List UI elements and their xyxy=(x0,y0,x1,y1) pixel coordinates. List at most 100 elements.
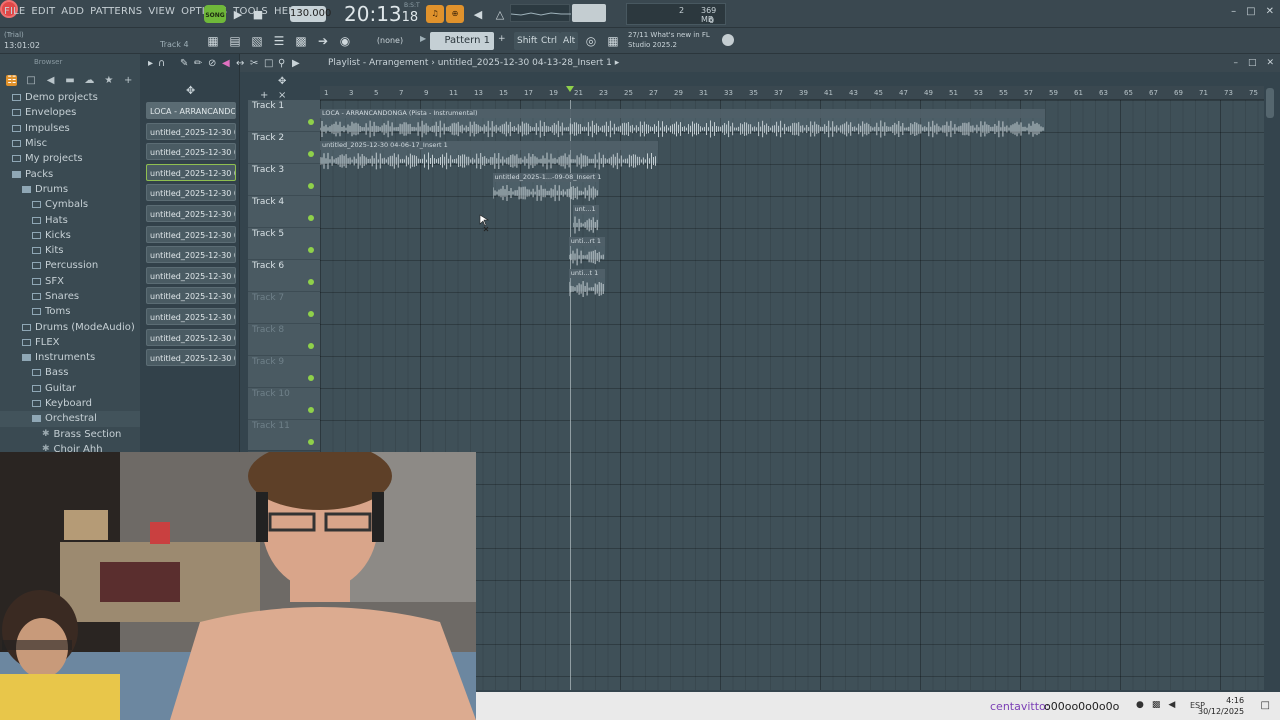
audio-clip[interactable]: untitled_2025-12-30 04-06-17_Insert 1 xyxy=(320,141,658,170)
playlist-move-icon[interactable]: ✥ xyxy=(278,76,286,87)
delete-icon[interactable]: ⊘ xyxy=(208,58,216,69)
track-enable-led[interactable] xyxy=(308,151,314,157)
track-header[interactable]: Track 9 xyxy=(248,356,320,388)
alt-key-button[interactable]: Alt xyxy=(560,32,579,50)
picker-clip-item[interactable]: untitled_2025-12-30 04-... xyxy=(146,143,236,161)
playlist-icon[interactable]: ▦ xyxy=(204,32,222,50)
zoom-icon[interactable]: ⚲ xyxy=(278,58,285,69)
taskbar-clock[interactable]: 4:16 30/12/2025 xyxy=(1198,695,1244,717)
picker-clip-item[interactable]: untitled_2025-12-30 04-... xyxy=(146,328,236,346)
playlist-close-icon[interactable]: ✕ xyxy=(1266,58,1274,68)
all-files-icon[interactable]: ☷ xyxy=(6,74,18,86)
playhead-marker-icon[interactable] xyxy=(566,86,574,92)
speaker-icon[interactable]: ◀ xyxy=(45,75,56,86)
minimize-icon[interactable]: – xyxy=(1231,6,1236,17)
track-header[interactable]: Track 7 xyxy=(248,292,320,324)
browser-item[interactable]: Orchestral xyxy=(0,411,140,427)
picker-clip-item[interactable]: untitled_2025-12-30 04-... xyxy=(146,246,236,264)
cloud-icon[interactable]: ☁ xyxy=(84,75,95,86)
news-panel[interactable]: 27/11 What's new in FL Studio 2025.2 xyxy=(628,30,710,50)
browser-item[interactable]: Drums (ModeAudio) xyxy=(0,319,140,334)
track-header[interactable]: Track 1 xyxy=(248,100,320,132)
picker-clip-item[interactable]: untitled_2025-12-30 04-... xyxy=(146,308,236,325)
audio-clip[interactable]: unti...t 1 xyxy=(568,269,605,297)
star-icon[interactable]: ★ xyxy=(103,75,114,86)
piano-roll-icon[interactable]: ▤ xyxy=(226,32,244,50)
browser-item[interactable]: SFX xyxy=(0,274,140,289)
timeline-ruler[interactable]: 1 3 5 7 9 11 13 15 17 19 21 23 25 27 29 31 33 35 37 39 41 43 4… xyxy=(320,86,1264,100)
magnet-icon[interactable]: ∩ xyxy=(158,58,165,69)
picker-clip-item[interactable]: untitled_2025-12-30 04-... xyxy=(146,205,236,222)
step-edit-icon[interactable]: △ xyxy=(492,6,508,22)
browser-toggle-icon[interactable]: ▩ xyxy=(292,32,310,50)
picker-drag-icon[interactable]: ✥ xyxy=(186,84,195,97)
browser-item[interactable]: Misc xyxy=(0,136,140,151)
browser-item[interactable]: Snares xyxy=(0,289,140,304)
pencil-icon[interactable]: ✎ xyxy=(180,58,188,69)
brush-icon[interactable]: ✏ xyxy=(194,58,202,69)
track-header[interactable]: Track 10 xyxy=(248,388,320,420)
mute-icon[interactable]: ◀ xyxy=(222,58,230,69)
track-enable-led[interactable] xyxy=(308,183,314,189)
select-icon[interactable]: □ xyxy=(264,58,273,69)
picker-clip-item[interactable]: untitled_2025-12-30 04-... xyxy=(146,163,236,181)
playlist-breadcrumb[interactable]: untitled_2025-12-30 04-13-28_Insert 1 xyxy=(438,58,612,68)
microphone-tray-icon[interactable]: ● xyxy=(1136,700,1144,710)
maximize-icon[interactable]: □ xyxy=(1246,6,1255,17)
browser-item[interactable]: Keyboard xyxy=(0,396,140,411)
mixer-icon[interactable]: ☰ xyxy=(270,32,288,50)
wait-input-icon[interactable]: ◀ xyxy=(470,6,486,22)
plugin-database-icon[interactable]: ➔ xyxy=(314,32,332,50)
close-icon[interactable]: ✕ xyxy=(1266,6,1274,17)
add-icon[interactable]: + xyxy=(123,75,134,86)
picker-clip-item[interactable]: LOCA - ARRANCANDO... xyxy=(146,102,236,119)
notification-icon[interactable]: □ xyxy=(1261,700,1270,711)
add-pattern-icon[interactable]: + xyxy=(498,34,506,44)
slice-icon[interactable]: ✂ xyxy=(250,58,258,69)
slip-icon[interactable]: ↔ xyxy=(236,58,244,69)
browser-item[interactable]: Hats xyxy=(0,212,140,227)
track-header[interactable]: Track 3 xyxy=(248,164,320,196)
browser-item[interactable]: Percussion xyxy=(0,258,140,273)
song-mode-toggle[interactable]: SONG xyxy=(204,5,226,23)
picker-clip-item[interactable]: untitled_2025-12-30 04-... xyxy=(146,184,236,202)
track-header[interactable]: Track 8 xyxy=(248,324,320,356)
playlist-minimize-icon[interactable]: – xyxy=(1233,58,1238,68)
browser-item[interactable]: FLEX xyxy=(0,335,140,350)
playback-icon[interactable]: ▶ xyxy=(292,58,300,69)
volume-icon[interactable]: ◀ xyxy=(1168,700,1175,710)
shift-key-button[interactable]: Shift xyxy=(514,32,541,50)
browser-item[interactable]: Impulses xyxy=(0,121,140,136)
pattern-song-metronome-icon[interactable]: ♫ xyxy=(426,5,444,23)
audio-clip[interactable]: LOCA - ARRANCANDONGA (Pista - Instrument… xyxy=(320,109,1045,138)
track-header[interactable]: Track 2 xyxy=(248,132,320,164)
touch-keys-icon[interactable]: ◎ xyxy=(582,32,600,50)
track-enable-led[interactable] xyxy=(308,119,314,125)
browser-item[interactable]: Packs xyxy=(0,166,140,181)
plugin-icon[interactable]: ▬ xyxy=(64,75,75,86)
track-enable-led[interactable] xyxy=(308,343,314,349)
microphone-icon[interactable]: ◉ xyxy=(336,32,354,50)
track-enable-led[interactable] xyxy=(308,375,314,381)
track-header[interactable]: Track 6 xyxy=(248,260,320,292)
track-header[interactable]: Track 11 xyxy=(248,420,320,452)
master-volume-slider[interactable] xyxy=(572,4,606,22)
track-enable-led[interactable] xyxy=(308,215,314,221)
channel-rack-icon[interactable]: ▧ xyxy=(248,32,266,50)
browser-item[interactable]: Guitar xyxy=(0,381,140,396)
track-enable-led[interactable] xyxy=(308,439,314,445)
menu-file[interactable]: FILE xyxy=(4,6,25,17)
picker-clip-item[interactable]: untitled_2025-12-30 04-... xyxy=(146,266,236,284)
countdown-icon[interactable]: ⊕ xyxy=(446,5,464,23)
browser-item[interactable]: Envelopes xyxy=(0,105,140,120)
audio-clip[interactable]: untitled_2025-1...-09-08_Insert 1 xyxy=(492,173,601,202)
browser-item[interactable]: Drums xyxy=(0,182,140,197)
network-icon[interactable]: ▩ xyxy=(1152,700,1161,710)
browser-item[interactable]: Demo projects xyxy=(0,90,140,105)
snap-selector[interactable]: (none) xyxy=(368,34,412,48)
track-enable-led[interactable] xyxy=(308,407,314,413)
vertical-scrollbar[interactable] xyxy=(1266,88,1274,118)
picker-clip-item[interactable]: untitled_2025-12-30 04-... xyxy=(146,122,236,140)
picker-clip-item[interactable]: untitled_2025-12-30 04-... xyxy=(146,349,236,367)
picker-clip-item[interactable]: untitled_2025-12-30 04-... xyxy=(146,287,236,305)
